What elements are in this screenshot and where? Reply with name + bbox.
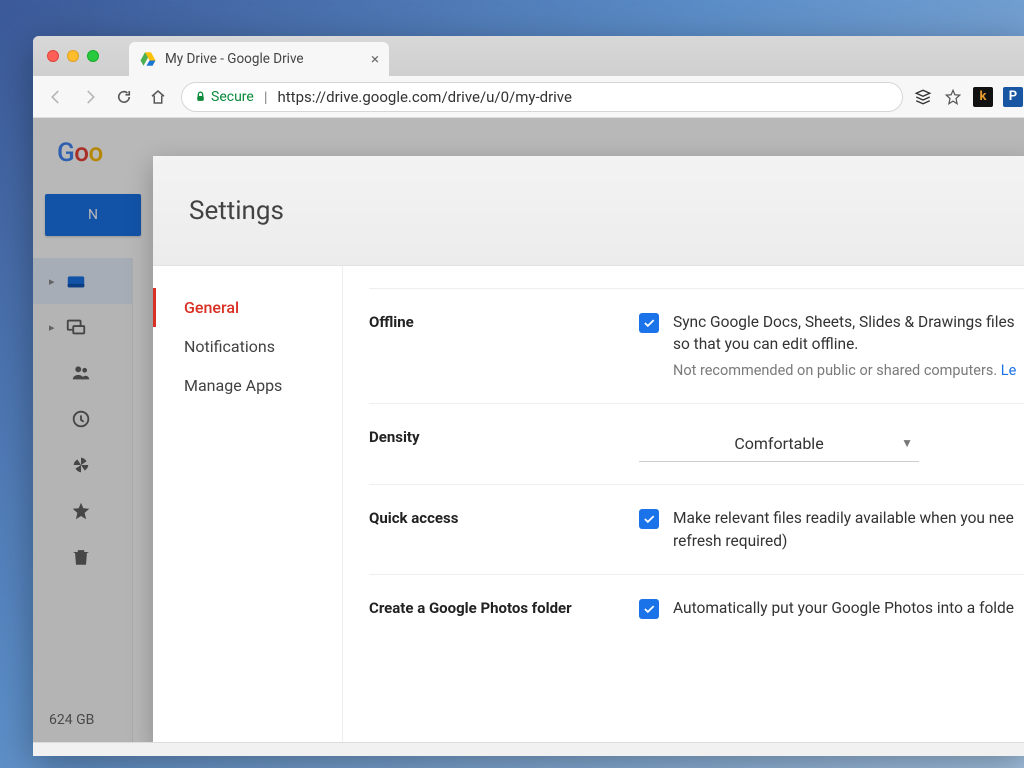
check-icon	[642, 316, 656, 330]
secure-indicator: Secure	[194, 89, 254, 105]
url-separator: |	[264, 88, 268, 106]
window-controls	[47, 50, 99, 62]
tab-strip: My Drive - Google Drive ×	[33, 36, 1024, 76]
learn-more-link[interactable]: Le	[1001, 362, 1017, 379]
arrow-right-icon	[81, 88, 99, 106]
extension-p-icon[interactable]: P	[1003, 87, 1023, 107]
photos-desc: Automatically put your Google Photos int…	[673, 597, 1014, 619]
forward-button[interactable]	[75, 82, 105, 112]
minimize-window-button[interactable]	[67, 50, 79, 62]
density-value: Comfortable	[734, 432, 823, 455]
browser-window: My Drive - Google Drive × Secure | https…	[33, 36, 1024, 756]
maximize-window-button[interactable]	[87, 50, 99, 62]
row-offline: Offline Sync Google Docs, Sheets, Slides…	[369, 288, 1024, 403]
address-bar: Secure | https://drive.google.com/drive/…	[33, 76, 1024, 118]
browser-tab[interactable]: My Drive - Google Drive ×	[129, 42, 389, 76]
arrow-left-icon	[47, 88, 65, 106]
nav-manage-apps[interactable]: Manage Apps	[153, 366, 342, 405]
home-icon	[149, 88, 167, 106]
extension-icons: k P	[913, 87, 1024, 107]
nav-notifications[interactable]: Notifications	[153, 327, 342, 366]
url-text: https://drive.google.com/drive/u/0/my-dr…	[278, 88, 572, 106]
caret-down-icon: ▼	[901, 435, 913, 452]
tab-close-icon[interactable]: ×	[371, 50, 379, 68]
tab-title: My Drive - Google Drive	[165, 51, 304, 67]
row-density: Density Comfortable ▼	[369, 403, 1024, 484]
offline-sub: Not recommended on public or shared comp…	[673, 360, 1024, 381]
offline-desc: Sync Google Docs, Sheets, Slides & Drawi…	[673, 311, 1024, 356]
reload-icon	[115, 88, 133, 106]
photos-checkbox[interactable]	[639, 599, 659, 619]
extension-k-icon[interactable]: k	[973, 87, 993, 107]
density-select[interactable]: Comfortable ▼	[639, 426, 919, 462]
secure-label: Secure	[211, 89, 254, 105]
drive-favicon-icon	[139, 50, 157, 68]
horizontal-scrollbar[interactable]	[33, 742, 1024, 756]
lock-icon	[194, 90, 207, 103]
close-window-button[interactable]	[47, 50, 59, 62]
reload-button[interactable]	[109, 82, 139, 112]
check-icon	[642, 512, 656, 526]
quick-label: Quick access	[369, 507, 639, 527]
offline-label: Offline	[369, 311, 639, 331]
quick-checkbox[interactable]	[639, 509, 659, 529]
settings-title: Settings	[153, 156, 1024, 266]
back-button[interactable]	[41, 82, 71, 112]
nav-general[interactable]: General	[153, 288, 342, 327]
settings-content: Offline Sync Google Docs, Sheets, Slides…	[343, 266, 1024, 744]
settings-nav: General Notifications Manage Apps	[153, 266, 343, 744]
settings-dialog: Settings General Notifications Manage Ap…	[153, 156, 1024, 744]
row-photos-folder: Create a Google Photos folder Automatica…	[369, 574, 1024, 641]
home-button[interactable]	[143, 82, 173, 112]
check-icon	[642, 602, 656, 616]
photos-label: Create a Google Photos folder	[369, 597, 639, 617]
density-label: Density	[369, 426, 639, 446]
bookmark-star-icon[interactable]	[943, 87, 963, 107]
offline-checkbox[interactable]	[639, 313, 659, 333]
quick-desc: Make relevant files readily available wh…	[673, 507, 1024, 552]
omnibox[interactable]: Secure | https://drive.google.com/drive/…	[181, 82, 903, 112]
buffer-extension-icon[interactable]	[913, 87, 933, 107]
row-quick-access: Quick access Make relevant files readily…	[369, 484, 1024, 574]
